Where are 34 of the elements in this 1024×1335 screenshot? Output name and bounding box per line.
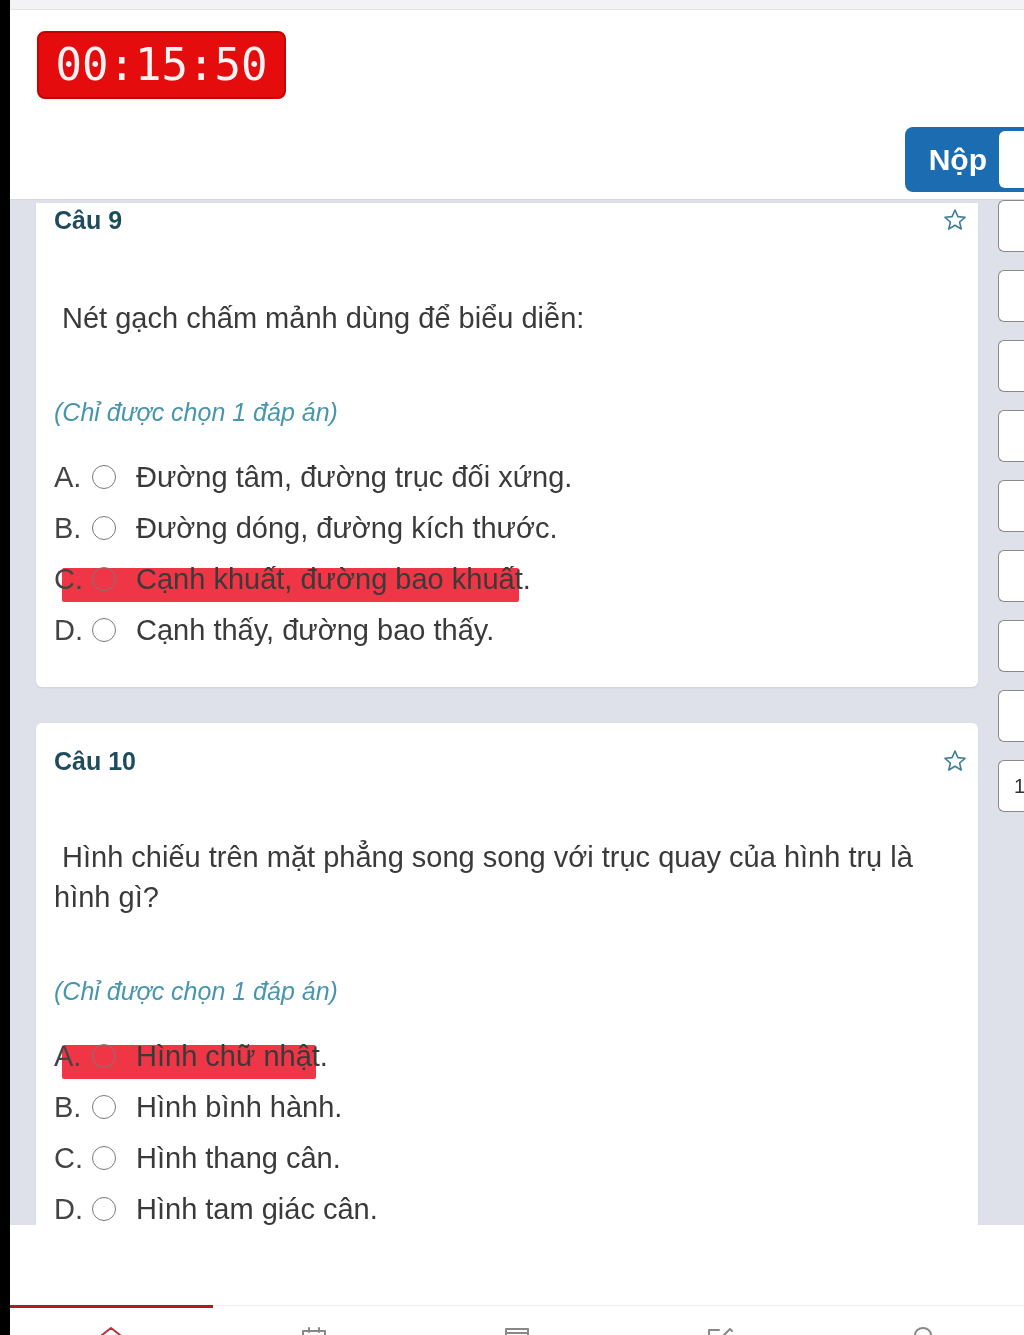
card-icon [502, 1327, 532, 1335]
question-nav-item[interactable]: 1 [998, 760, 1024, 812]
question-title: Câu 10 [54, 746, 136, 776]
countdown-timer: 00:15:50 [37, 31, 286, 99]
question-nav-item[interactable] [998, 200, 1024, 252]
option-letter: D. [54, 613, 84, 647]
hint-text: (Chỉ được chọn 1 đáp án) [54, 397, 338, 428]
button-inset-panel [999, 131, 1024, 188]
option-text: Hình tam giác cân. [136, 1192, 378, 1225]
option-text: Hình bình hành. [136, 1090, 343, 1124]
option-text: Hình thang cân. [136, 1141, 341, 1175]
option-letter: B. [54, 511, 83, 545]
option-letter: C. [54, 1141, 84, 1175]
option-text: Cạnh thấy, đường bao thấy. [136, 613, 495, 647]
question-nav-item[interactable] [998, 690, 1024, 742]
question-nav-item[interactable] [998, 550, 1024, 602]
question-nav-item[interactable] [998, 480, 1024, 532]
hint-text: (Chỉ được chọn 1 đáp án) [54, 976, 338, 1007]
option-letter: A. [54, 460, 83, 494]
star-icon[interactable] [943, 208, 967, 232]
nav-tab[interactable] [10, 1305, 213, 1335]
star-icon[interactable] [943, 749, 967, 773]
question-text: Nét gạch chấm mảnh dùng để biểu diễn: [61, 301, 586, 336]
question-nav-item[interactable] [998, 620, 1024, 672]
option-text: Đường tâm, đường trục đối xứng. [136, 460, 573, 494]
question-text: Hình chiếu trên mặt phẳng song song với trục quay của hình trụ là hình gì? [54, 839, 914, 915]
question-nav-item[interactable] [998, 270, 1024, 322]
question-nav-item[interactable] [998, 410, 1024, 462]
option-letter: D. [54, 1192, 84, 1225]
submit-button[interactable]: Nộp [904, 127, 1024, 192]
option-text: Đường dóng, đường kích thước. [136, 511, 558, 545]
question-nav-item[interactable] [998, 340, 1024, 392]
option-letter: B. [54, 1090, 83, 1124]
question-title: Câu 9 [54, 205, 123, 235]
